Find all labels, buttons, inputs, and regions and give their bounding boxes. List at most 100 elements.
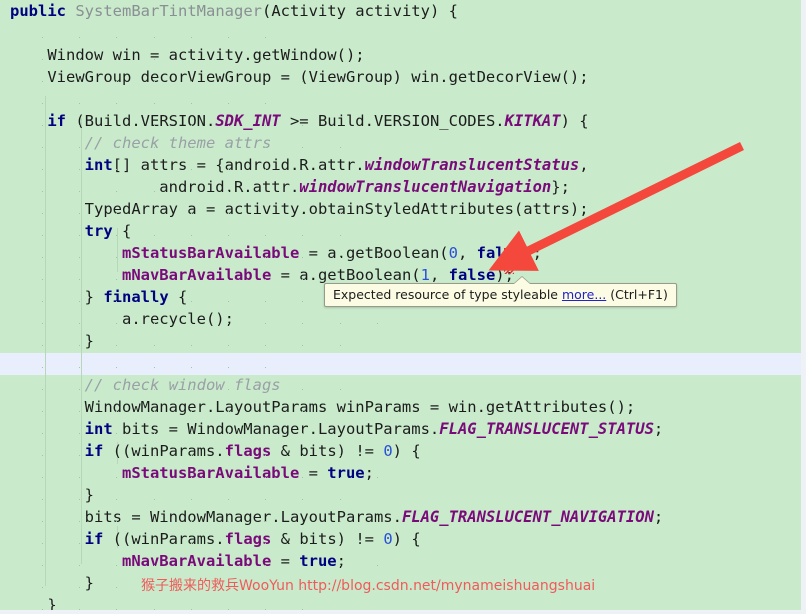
code-line[interactable] [0,88,801,110]
code-line[interactable]: } [0,330,801,352]
code-token-statfin: windowTranslucentStatus [364,156,580,174]
code-line[interactable]: mNavBarAvailable = true; [0,550,801,572]
code-token-field: flags [224,442,272,460]
indent-dot-icon [41,543,43,544]
indent-dot-icon [116,59,118,60]
code-line[interactable]: } [0,594,801,610]
indent-dot-icon [265,301,267,302]
indent-dot-icon [153,257,155,258]
code-line[interactable]: TypedArray a = activity.obtainStyledAttr… [0,198,801,220]
indent-dot-icon [265,169,267,170]
indent-dot-icon [116,81,118,82]
indent-dot-icon [79,565,81,566]
indent-dot-icon [153,477,155,478]
indent-dot-icon [79,169,81,170]
indent-dot-icon [227,147,229,148]
indent-dot-icon [265,323,267,324]
indent-dot-icon [302,477,304,478]
indent-dot-icon [302,323,304,324]
code-token-plain: [] attrs = {android.R.attr. [112,156,365,174]
indent-dot-icon [227,411,229,412]
indent-dot-icon [41,323,43,324]
indent-dot-icon [153,609,155,610]
indent-dot-icon [41,235,43,236]
indent-dot-icon [302,147,304,148]
code-line[interactable]: bits = WindowManager.LayoutParams.FLAG_T… [0,506,801,528]
code-token-plain: } [10,596,57,610]
indent-dot-icon [79,81,81,82]
code-line[interactable]: if ((winParams.flags & bits) != 0) { [0,440,801,462]
code-line[interactable]: // check theme attrs [0,132,801,154]
code-token-cmt: // check window flags [84,376,281,394]
indent-dot-icon [227,191,229,192]
indent-dot-icon [227,279,229,280]
code-line[interactable]: WindowManager.LayoutParams winParams = w… [0,396,801,418]
indent-dot-icon [153,455,155,456]
indent-dot-icon [265,367,267,368]
code-line[interactable]: ViewGroup decorViewGroup = (ViewGroup) w… [0,66,801,88]
code-token-kw: int [84,156,113,174]
indent-dot-icon [79,257,81,258]
code-token-field: mStatusBarAvailable [121,244,300,262]
indent-dot-icon [339,499,341,500]
code-line[interactable]: try { [0,220,801,242]
indent-dot-icon [227,499,229,500]
code-token-kw: if [84,530,104,548]
code-line[interactable]: } [0,484,801,506]
code-line[interactable] [0,22,801,44]
code-token-err-num: 0 [448,244,458,262]
code-line[interactable]: public SystemBarTintManager(Activity act… [0,0,801,22]
code-line[interactable]: a.recycle(); [0,308,801,330]
indent-dot-icon [41,477,43,478]
indent-dot-icon [79,433,81,434]
indent-dot-icon [302,389,304,390]
indent-dot-icon [265,411,267,412]
indent-dot-icon [302,257,304,258]
indent-dot-icon [116,477,118,478]
indent-dot-icon [227,235,229,236]
inspection-tooltip[interactable]: Expected resource of type styleable more… [324,276,677,307]
code-line[interactable]: // check window flags [0,374,801,396]
indent-dot-icon [153,169,155,170]
indent-dot-icon [190,191,192,192]
indent-dot-icon [302,543,304,544]
code-line[interactable]: mStatusBarAvailable = true; [0,462,801,484]
indent-dot-icon [153,191,155,192]
indent-dot-icon [190,609,192,610]
indent-dot-icon [116,609,118,610]
code-line[interactable]: mStatusBarAvailable = a.getBoolean(0, fa… [0,242,801,264]
indent-dot-icon [153,279,155,280]
code-token-statfin: SDK_INT [215,112,281,130]
tooltip-more-link[interactable]: more... [562,287,606,302]
code-token-plain: ); [495,266,514,284]
code-line[interactable]: int bits = WindowManager.LayoutParams.FL… [0,418,801,440]
indent-dot-icon [116,565,118,566]
code-line[interactable]: if ((winParams.flags & bits) != 0) { [0,528,801,550]
indent-dot-icon [116,323,118,324]
code-line[interactable]: int[] attrs = {android.R.attr.windowTran… [0,154,801,176]
indent-dot-icon [153,213,155,214]
indent-dot-icon [376,477,378,478]
code-token-cmt: // check theme attrs [84,134,272,152]
code-token-plain: ; [653,508,664,526]
code-line[interactable] [0,352,801,374]
indent-dot-icon [265,455,267,456]
indent-dot-icon [41,59,43,60]
code-token-field: mStatusBarAvailable [121,464,300,482]
indent-dot-icon [41,609,43,610]
indent-dot-icon [339,389,341,390]
indent-dot-icon [302,345,304,346]
indent-dot-icon [302,59,304,60]
indent-dot-icon [265,609,267,610]
code-line[interactable]: android.R.attr.windowTranslucentNavigati… [0,176,801,198]
code-line[interactable]: if (Build.VERSION.SDK_INT >= Build.VERSI… [0,110,801,132]
indent-dot-icon [153,389,155,390]
indent-dot-icon [41,147,43,148]
indent-dot-icon [116,499,118,500]
indent-dot-icon [339,235,341,236]
code-line[interactable]: Window win = activity.getWindow(); [0,44,801,66]
code-token-plain: , [579,156,589,174]
